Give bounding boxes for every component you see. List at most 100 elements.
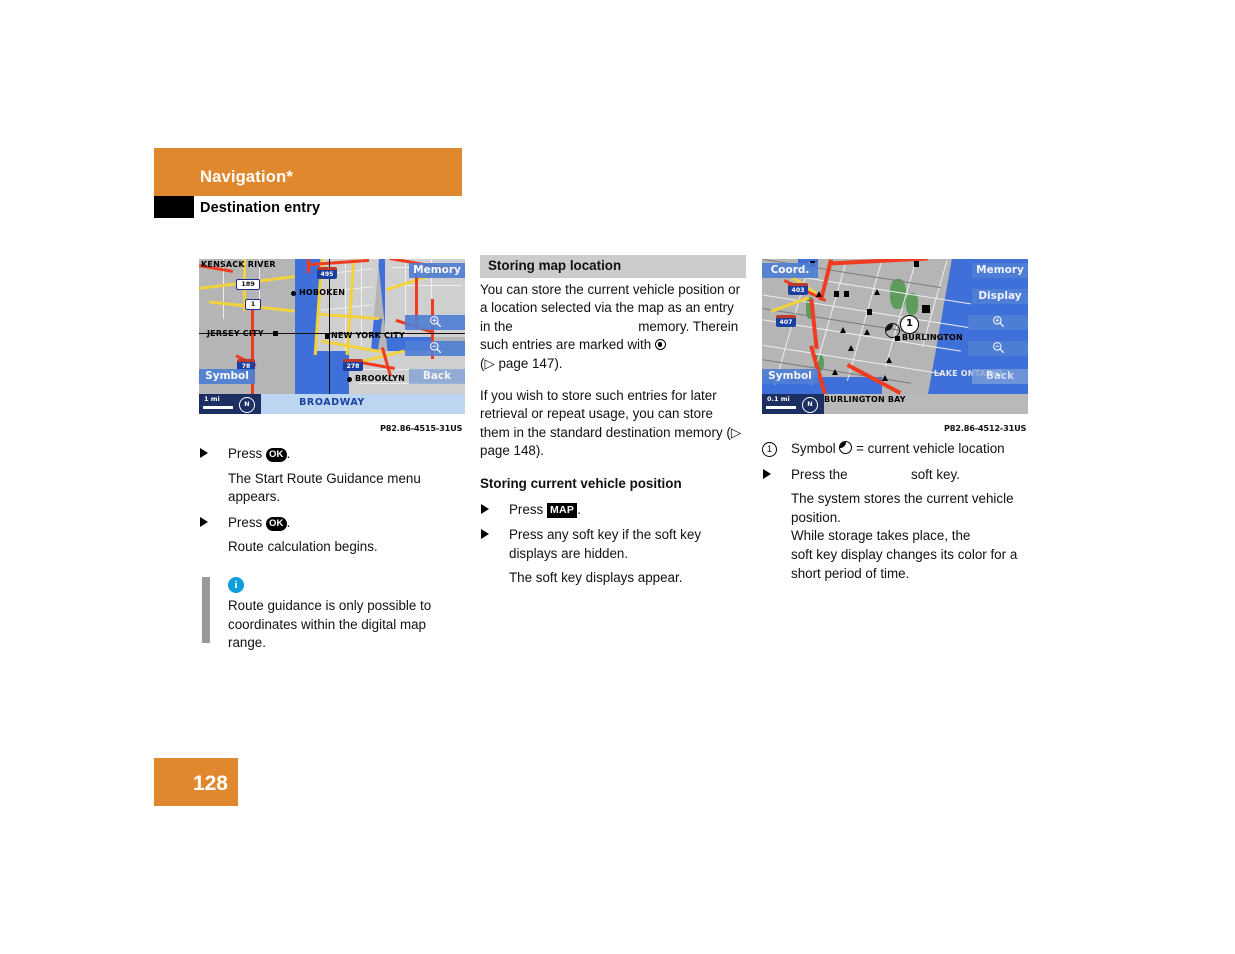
step-result-2: Route calculation begins. — [228, 539, 378, 555]
map-city-dot — [291, 291, 296, 296]
note-side-bar — [202, 576, 210, 643]
arrow-bullet-icon — [763, 468, 771, 479]
softkey-zoom-in[interactable] — [405, 315, 465, 330]
step-text-before: Press — [228, 514, 266, 530]
step-text-before: Press — [228, 446, 266, 461]
map-label-river: KENSACK RIVER — [201, 260, 276, 269]
arrow-bullet-icon — [200, 516, 208, 527]
map-label-jersey-city: JERSEY CITY — [207, 329, 264, 338]
page-number: 128 — [192, 772, 228, 795]
ok-key-glyph: OK — [265, 448, 287, 462]
map-scale-bar — [766, 406, 796, 409]
step-result-softkeys-appear: The soft key displays appear. — [509, 570, 683, 586]
right-column-text: 1 Symbol = current vehicle location Pres… — [762, 440, 1030, 583]
section-marker-block — [154, 196, 194, 218]
softkey-zoom-out[interactable] — [405, 341, 465, 356]
step-text-before: Press — [509, 501, 547, 517]
step-result-1: The Start Route Guidance menu appears. — [228, 470, 421, 505]
map-city-square — [895, 336, 900, 341]
softkey-back[interactable]: Back — [972, 369, 1028, 384]
legend-label-after: = current vehicle location — [852, 441, 1005, 456]
step-text-after: . — [577, 501, 581, 517]
map-street-label: BROADWAY — [299, 397, 365, 408]
map-shield-1: 1 — [245, 299, 261, 310]
figure-caption-left: P82.86-4515-31US — [380, 423, 463, 433]
map-shield-495: 495 — [317, 267, 337, 279]
zoom-in-icon — [429, 315, 441, 328]
map-city-dot — [347, 377, 352, 382]
zoom-out-icon — [429, 341, 441, 354]
note-text: Route guidance is only possible to coord… — [228, 597, 432, 651]
map-city-square — [273, 331, 278, 336]
page-number-block: 128 — [154, 758, 238, 806]
map-screenshot-left: 495 189 1 78 278 KENSACK RIVER HOBOKEN J… — [199, 259, 465, 414]
map-label-brooklyn: BROOKLYN — [355, 374, 405, 383]
softkey-back[interactable]: Back — [409, 369, 465, 384]
map-poi-park-icon — [874, 289, 880, 295]
map-shield-407: 407 — [776, 315, 796, 327]
step-press-any-softkey: Press any soft key if the soft key displ… — [480, 526, 746, 563]
map-poi-park-icon — [840, 327, 846, 333]
map-poi-park-icon — [886, 357, 892, 363]
map-canvas-right: 403 407 1 BURLINGTON LAKE ONTARIO BURLIN… — [762, 259, 1028, 414]
step-result-stores-position: The system stores the current vehicle po… — [791, 491, 1014, 525]
legend-item-1: 1 Symbol = current vehicle location — [762, 440, 1030, 459]
step-text: Press any soft key if the soft key displ… — [509, 527, 702, 561]
step-press-softkey: Press the soft key. — [762, 466, 1030, 485]
softkey-symbol[interactable]: Symbol — [199, 369, 255, 384]
step-text-after: soft key. — [907, 466, 960, 482]
step-press-map: Press MAP. — [480, 501, 746, 520]
map-poi-icon — [834, 291, 839, 297]
map-poi-park-icon — [848, 345, 854, 351]
map-poi-icon — [914, 261, 919, 267]
map-poi-park-icon — [832, 369, 838, 375]
step-result-color-change: soft key display changes its color for a… — [791, 546, 1018, 581]
map-status-bar-right: 0.1 mi N — [762, 394, 1028, 414]
map-label-hoboken: HOBOKEN — [299, 288, 346, 297]
softkey-symbol[interactable]: Symbol — [762, 369, 818, 384]
softkey-memory[interactable]: Memory — [972, 263, 1028, 278]
map-canvas-left: 495 189 1 78 278 KENSACK RIVER HOBOKEN J… — [199, 259, 465, 414]
map-screenshot-right: 403 407 1 BURLINGTON LAKE ONTARIO BURLIN… — [762, 259, 1028, 414]
map-poi-icon — [844, 291, 849, 297]
map-poi-park-icon — [816, 291, 822, 297]
bullseye-symbol-icon — [654, 339, 666, 351]
map-status-bar-left: 1 mi N BROADWAY — [199, 394, 465, 414]
subsection-heading-storing-vehicle-position: Storing current vehicle position — [480, 475, 682, 491]
vehicle-location-symbol-icon — [839, 441, 853, 454]
map-poi-bank-icon — [922, 305, 930, 313]
softkey-display[interactable]: Display — [972, 289, 1028, 304]
manual-page: Navigation* Destination entry 495 189 1 … — [0, 0, 1235, 954]
softkey-coord[interactable]: Coord. — [762, 263, 818, 278]
softkey-zoom-in[interactable] — [968, 315, 1028, 330]
arrow-bullet-icon — [200, 448, 208, 458]
zoom-in-icon — [992, 315, 1004, 328]
ok-key-glyph: OK — [265, 516, 287, 531]
paragraph-part-c: (▷ page 147). — [480, 355, 563, 371]
map-crosshair-vertical — [329, 259, 330, 394]
map-poi-park-icon — [864, 329, 870, 335]
softkey-memory[interactable]: Memory — [409, 263, 465, 278]
map-shield-189: 189 — [236, 279, 260, 290]
middle-column-text: Storing map location You can store the c… — [480, 255, 746, 588]
softkey-zoom-out[interactable] — [968, 341, 1028, 356]
map-shield-278: 278 — [343, 359, 363, 371]
compass-icon: N — [802, 397, 818, 413]
map-poi-park-icon — [882, 375, 888, 381]
figure-caption-right: P82.86-4512-31US — [944, 423, 1027, 433]
paragraph-store-location: You can store the current vehicle positi… — [480, 281, 746, 374]
map-poi-museum-icon — [867, 309, 872, 315]
map-shield-403: 403 — [788, 283, 808, 295]
arrow-bullet-icon — [481, 529, 489, 540]
arrow-bullet-icon — [481, 503, 489, 514]
map-label-burlington: BURLINGTON — [902, 333, 963, 342]
map-scale-label: 0.1 mi — [767, 395, 790, 403]
chapter-title: Navigation* — [200, 168, 293, 186]
map-key-glyph: MAP — [546, 502, 578, 518]
chapter-header-band: Navigation* — [154, 148, 462, 196]
step-text-before: Press the — [791, 466, 852, 482]
step-text-after: . — [286, 514, 291, 530]
section-heading-storing-map-location: Storing map location — [480, 255, 746, 278]
step-text-after: . — [286, 446, 291, 461]
